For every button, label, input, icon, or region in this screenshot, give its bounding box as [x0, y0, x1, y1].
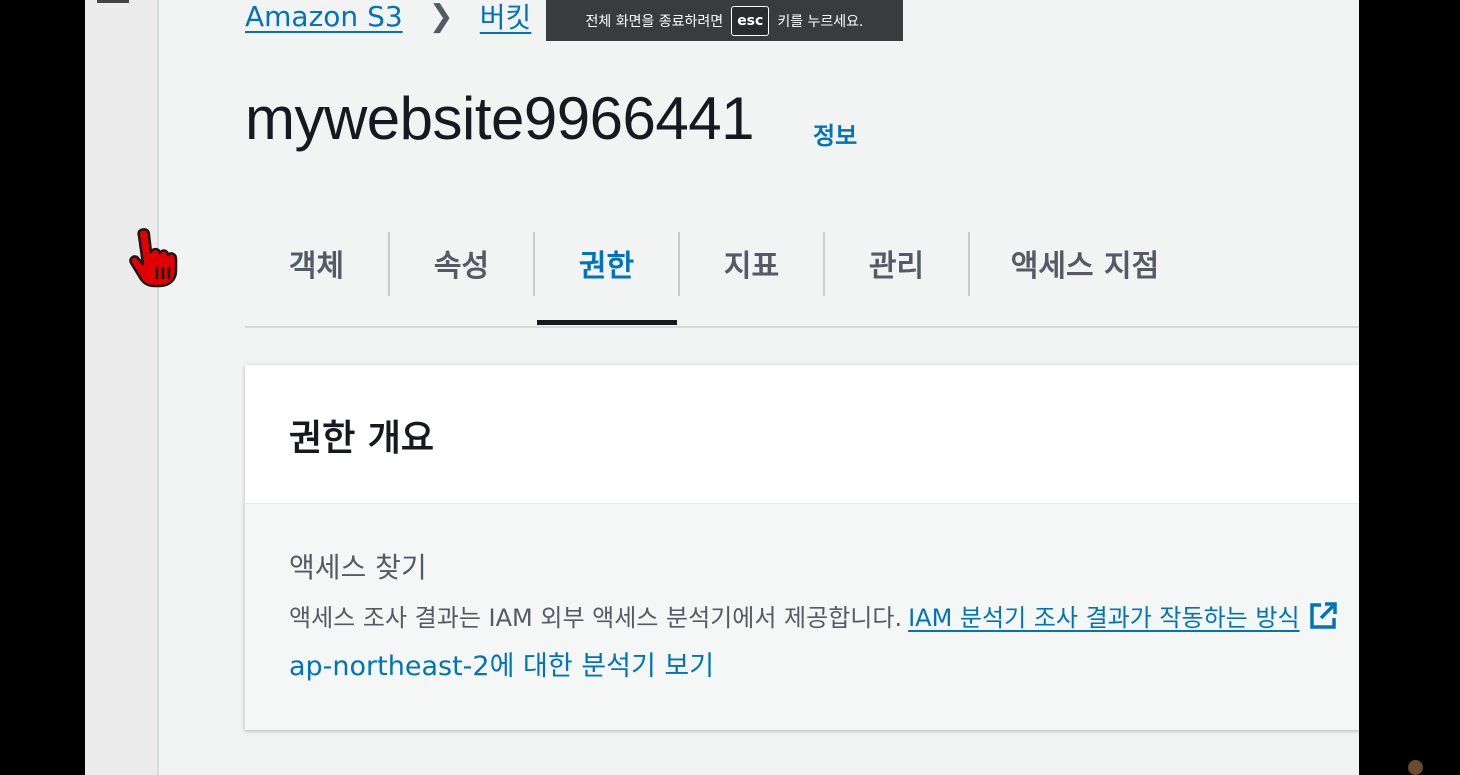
fullscreen-exit-banner: 전체 화면을 종료하려면 esc 키를 누르세요. — [546, 0, 903, 41]
page-title: mywebsite9966441 — [245, 85, 755, 152]
permissions-overview-panel: 권한 개요 액세스 찾기 액세스 조사 결과는 IAM 외부 액세스 분석기에서… — [245, 365, 1359, 730]
tab-management[interactable]: 관리 — [825, 230, 968, 296]
panel-title: 권한 개요 — [289, 418, 435, 459]
tab-bar: 객체 속성 권한 지표 관리 액세스 지점 — [245, 230, 1359, 328]
iam-analyzer-learn-link[interactable]: IAM 분석기 조사 결과가 작동하는 방식 — [908, 604, 1299, 632]
browser-viewport: Amazon S3 ❯ 버킷 전체 화면을 종료하려면 esc 키를 누르세요.… — [85, 0, 1359, 775]
access-finding-label: 액세스 찾기 — [289, 551, 427, 584]
panel-body: 액세스 찾기 액세스 조사 결과는 IAM 외부 액세스 분석기에서 제공합니다… — [245, 504, 1359, 730]
breadcrumb-amazon-s3[interactable]: Amazon S3 — [245, 0, 403, 33]
esc-key-badge: esc — [731, 5, 770, 36]
banner-text-after: 키를 누르세요. — [777, 13, 864, 30]
access-finding-description: 액세스 조사 결과는 IAM 외부 액세스 분석기에서 제공합니다. IAM 분석… — [289, 598, 1338, 637]
panel-header: 권한 개요 — [245, 365, 1359, 504]
breadcrumb: Amazon S3 ❯ 버킷 — [245, 0, 531, 38]
tab-objects[interactable]: 객체 — [245, 230, 388, 296]
breadcrumb-buckets[interactable]: 버킷 — [480, 0, 532, 36]
view-analyzer-region-link[interactable]: ap-northeast-2에 대한 분석기 보기 — [289, 644, 714, 683]
banner-text-before: 전체 화면을 종료하려면 — [585, 13, 724, 30]
tab-permissions[interactable]: 권한 — [535, 230, 678, 296]
external-link-icon[interactable] — [1308, 601, 1338, 637]
active-tab-indicator — [537, 320, 677, 325]
info-link[interactable]: 정보 — [813, 116, 857, 151]
avatar — [1408, 760, 1423, 775]
tab-metrics[interactable]: 지표 — [680, 230, 823, 296]
description-text: 액세스 조사 결과는 IAM 외부 액세스 분석기에서 제공합니다. — [289, 604, 903, 632]
tab-access-points[interactable]: 액세스 지점 — [970, 230, 1200, 296]
tab-properties[interactable]: 속성 — [390, 230, 533, 296]
pointer-hand-icon — [127, 226, 185, 292]
menu-icon[interactable] — [97, 0, 129, 3]
collapsed-sidebar[interactable] — [85, 0, 159, 775]
chevron-right-icon: ❯ — [428, 0, 454, 34]
